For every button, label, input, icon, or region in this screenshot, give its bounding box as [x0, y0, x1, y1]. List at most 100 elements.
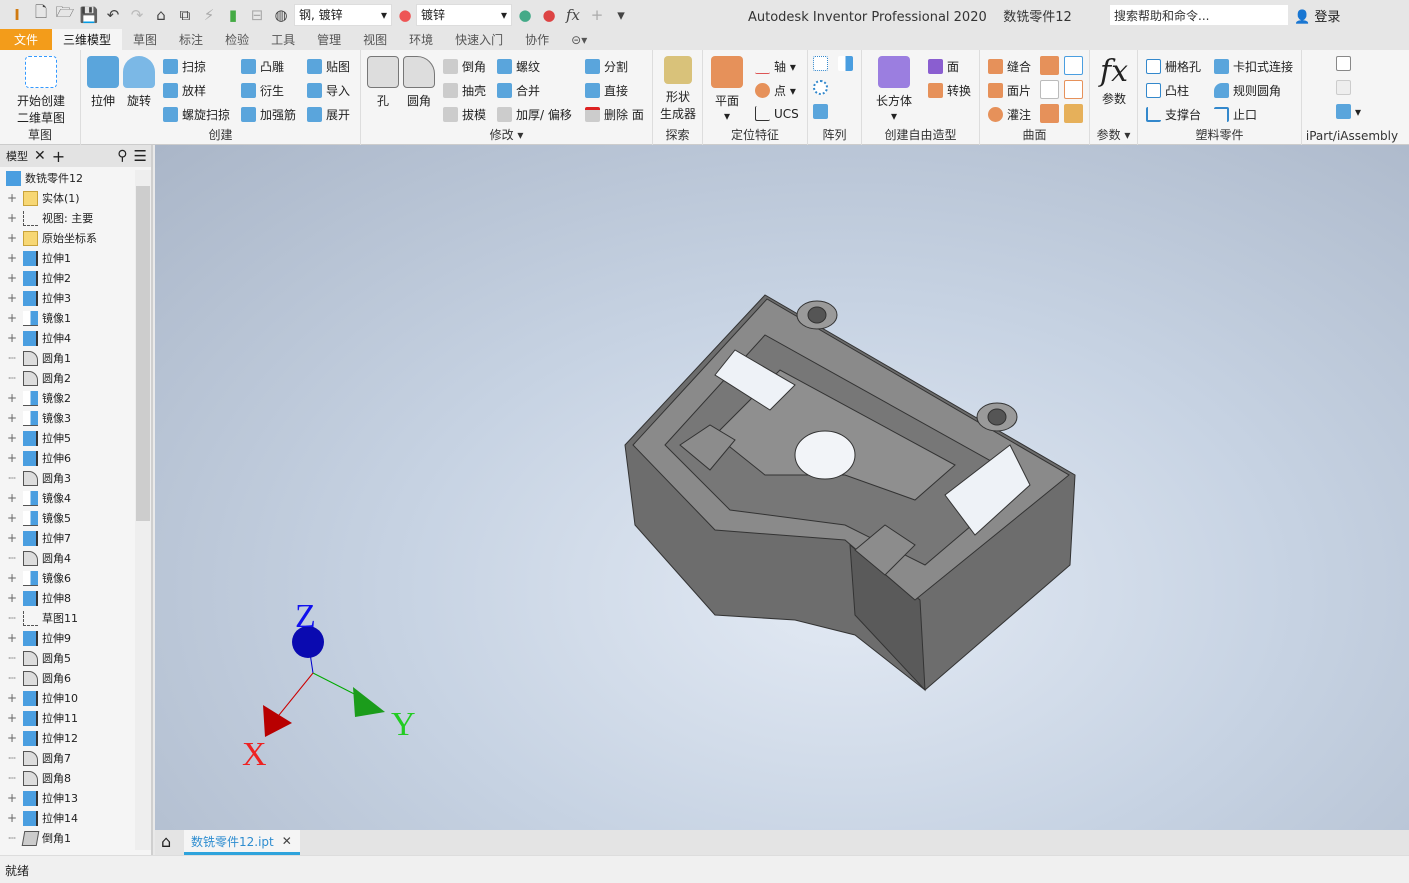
- expand-icon[interactable]: +: [7, 331, 17, 345]
- replace-face-button[interactable]: [1064, 80, 1087, 99]
- tree-item[interactable]: ┈ 倒角1: [0, 828, 71, 848]
- expand-icon[interactable]: +: [7, 251, 17, 265]
- loft-button[interactable]: 放样: [163, 82, 206, 99]
- direct-button[interactable]: 直接: [585, 82, 628, 99]
- tree-item[interactable]: + 拉伸5: [0, 428, 71, 448]
- decal-button[interactable]: 贴图: [307, 58, 350, 75]
- axis-button[interactable]: 轴 ▾: [755, 58, 796, 75]
- extend-button[interactable]: [1064, 56, 1087, 75]
- expand-icon[interactable]: +: [7, 531, 17, 545]
- ruled-surface-button[interactable]: [1040, 56, 1063, 75]
- tree-item[interactable]: + 镜像4: [0, 488, 71, 508]
- adaptive-icon[interactable]: ⊟: [246, 4, 268, 26]
- rectangular-pattern-button[interactable]: [813, 56, 832, 71]
- boss-button[interactable]: 凸柱: [1146, 82, 1189, 99]
- color-wheel-icon[interactable]: ●: [394, 4, 416, 26]
- tree-item[interactable]: + 实体(1): [0, 188, 80, 208]
- redo-icon[interactable]: ↷: [126, 4, 148, 26]
- tree-item[interactable]: + 原始坐标系: [0, 228, 97, 248]
- tree-item[interactable]: + 拉伸6: [0, 448, 71, 468]
- tab-tools[interactable]: 工具: [260, 29, 306, 50]
- material-dropdown[interactable]: 钢, 镀锌 ▾: [294, 3, 392, 26]
- tree-item[interactable]: + 拉伸14: [0, 808, 78, 828]
- convert-button[interactable]: 转换: [928, 82, 971, 99]
- tree-item[interactable]: + 拉伸1: [0, 248, 71, 268]
- browser-scrollbar[interactable]: [135, 170, 151, 850]
- 3d-viewport[interactable]: Z Y X: [155, 145, 1409, 830]
- thread-button[interactable]: 螺纹: [497, 58, 540, 75]
- tree-root[interactable]: 数铣零件12: [0, 168, 83, 188]
- emboss-button[interactable]: 凸雕: [241, 58, 284, 75]
- sweep-button[interactable]: 扫掠: [163, 58, 206, 75]
- undo-icon[interactable]: ↶: [102, 4, 124, 26]
- edit-ipart-button[interactable]: [1336, 80, 1355, 95]
- tree-item[interactable]: + 拉伸9: [0, 628, 71, 648]
- start-sketch-button[interactable]: 开始创建 二维草图: [10, 56, 72, 126]
- expand-icon[interactable]: +: [7, 271, 17, 285]
- select-icon[interactable]: ▮: [222, 4, 244, 26]
- split-button[interactable]: 分割: [585, 58, 628, 75]
- tab-inspect[interactable]: 检验: [214, 29, 260, 50]
- circular-pattern-button[interactable]: [813, 80, 832, 95]
- tree-item[interactable]: + 镜像6: [0, 568, 71, 588]
- expand-icon[interactable]: +: [7, 311, 17, 325]
- tree-item[interactable]: ┈ 圆角8: [0, 768, 71, 788]
- new-file-icon[interactable]: 🗋: [30, 3, 52, 26]
- expand-icon[interactable]: +: [7, 811, 17, 825]
- tree-item[interactable]: + 拉伸11: [0, 708, 78, 728]
- point-button[interactable]: 点 ▾: [755, 82, 796, 99]
- fillet-button[interactable]: 圆角: [401, 56, 437, 109]
- expand-icon[interactable]: +: [7, 511, 17, 525]
- copy-icon[interactable]: ⧉: [174, 4, 196, 26]
- adjust-appearance-icon[interactable]: ●: [514, 4, 536, 26]
- scrollbar-thumb[interactable]: [136, 186, 150, 521]
- login-button[interactable]: 👤 登录: [1294, 6, 1340, 25]
- expand-icon[interactable]: +: [7, 571, 17, 585]
- tree-item[interactable]: + 拉伸3: [0, 288, 71, 308]
- tab-model[interactable]: 模型: [6, 148, 28, 164]
- shell-button[interactable]: 抽壳: [443, 82, 486, 99]
- tree-item[interactable]: + 拉伸13: [0, 788, 78, 808]
- tree-item[interactable]: + 镜像3: [0, 408, 71, 428]
- thicken-offset-button[interactable]: 加厚/ 偏移: [497, 106, 572, 123]
- tab-3d-model[interactable]: 三维模型: [52, 29, 123, 50]
- rule-fillet-button[interactable]: 规则圆角: [1214, 82, 1281, 99]
- tree-item[interactable]: + 镜像1: [0, 308, 71, 328]
- fx-icon[interactable]: fx: [562, 4, 584, 26]
- import-button[interactable]: 导入: [307, 82, 350, 99]
- grill-button[interactable]: 栅格孔: [1146, 58, 1201, 75]
- help-search-input[interactable]: 搜索帮助和命令...: [1110, 5, 1288, 25]
- draft-button[interactable]: 拔模: [443, 106, 486, 123]
- sculpt-button[interactable]: 灌注: [988, 106, 1031, 123]
- rest-button[interactable]: 支撑台: [1146, 106, 1201, 123]
- trim-button[interactable]: [1040, 80, 1063, 99]
- rib-button[interactable]: 加强筋: [241, 106, 296, 123]
- tree-item[interactable]: ┈ 圆角2: [0, 368, 71, 388]
- home-icon[interactable]: ⌂: [150, 4, 172, 26]
- tree-item[interactable]: + 镜像2: [0, 388, 71, 408]
- lip-button[interactable]: 止口: [1214, 106, 1257, 123]
- tree-item[interactable]: + 拉伸8: [0, 588, 71, 608]
- tree-item[interactable]: ┈ 圆角1: [0, 348, 71, 368]
- expand-icon[interactable]: +: [7, 231, 17, 245]
- plane-button[interactable]: 平面 ▾: [707, 56, 747, 123]
- tab-environments[interactable]: 环境: [398, 29, 444, 50]
- document-tab[interactable]: 数铣零件12.ipt ✕: [184, 830, 300, 855]
- expand-icon[interactable]: +: [7, 691, 17, 705]
- repair-button[interactable]: [1064, 104, 1087, 123]
- edit-table-button[interactable]: ▾: [1336, 104, 1361, 119]
- expand-icon[interactable]: +: [7, 291, 17, 305]
- expand-icon[interactable]: +: [7, 431, 17, 445]
- close-tab-icon[interactable]: ✕: [282, 834, 292, 848]
- ucs-button[interactable]: UCS: [755, 106, 799, 121]
- delete-face-button[interactable]: 删除 面: [585, 106, 644, 123]
- expand-icon[interactable]: +: [7, 711, 17, 725]
- save-icon[interactable]: 💾: [78, 4, 100, 26]
- tab-collaborate[interactable]: 协作: [514, 29, 560, 50]
- unwrap-button[interactable]: 展开: [307, 106, 350, 123]
- tree-item[interactable]: + 拉伸10: [0, 688, 78, 708]
- expand-icon[interactable]: +: [7, 631, 17, 645]
- shape-generator-button[interactable]: 形状 生成器: [657, 56, 699, 122]
- tree-item[interactable]: ┈ 草图11: [0, 608, 78, 628]
- chamfer-button[interactable]: 倒角: [443, 58, 486, 75]
